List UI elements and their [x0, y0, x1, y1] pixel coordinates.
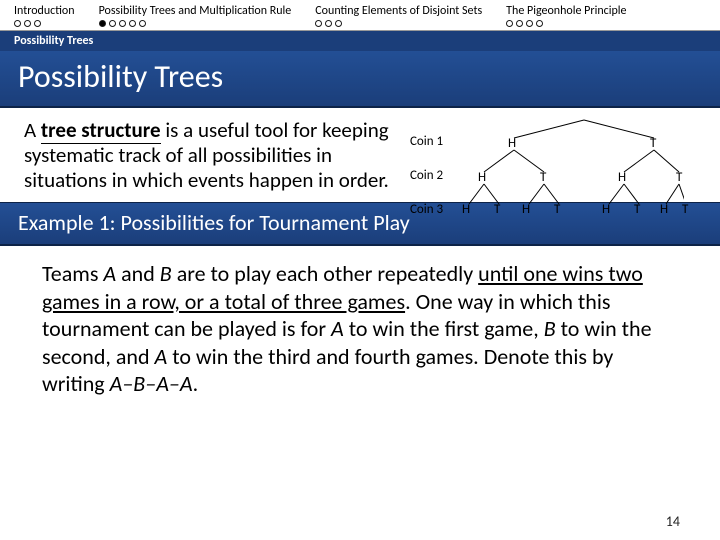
sequence: A–B–A–A: [110, 370, 193, 397]
nav-dots: [506, 20, 626, 27]
tree-node: T: [554, 202, 560, 217]
nav-dots: [14, 20, 75, 27]
nav-sec-counting[interactable]: Counting Elements of Disjoint Sets: [301, 0, 492, 30]
nav-sec-intro[interactable]: Introduction: [0, 0, 85, 30]
tree-node: T: [494, 202, 500, 217]
team-a: A: [103, 260, 116, 287]
tree-lines-icon: [404, 118, 684, 218]
nav-label: Introduction: [14, 4, 75, 18]
nav-label: Possibility Trees and Multiplication Rul…: [99, 4, 292, 18]
page-number: 14: [666, 513, 680, 530]
example-paragraph: Teams A and B are to play each other rep…: [0, 246, 720, 402]
breadcrumb: Possibility Trees: [0, 31, 720, 51]
tree-node: H: [522, 202, 530, 217]
tree-node: H: [508, 136, 516, 151]
tree-node: H: [462, 202, 470, 217]
nav-tabs: Introduction Possibility Trees and Multi…: [0, 0, 720, 31]
team-b: B: [160, 260, 172, 287]
nav-dots: [99, 20, 292, 27]
intro-before: A: [24, 117, 41, 143]
nav-sec-pigeonhole[interactable]: The Pigeonhole Principle: [492, 0, 636, 30]
tree-node: H: [478, 170, 486, 185]
nav-label: Counting Elements of Disjoint Sets: [315, 4, 482, 18]
tree-node: H: [660, 202, 668, 217]
nav-sec-possibility[interactable]: Possibility Trees and Multiplication Rul…: [85, 0, 302, 30]
intro-keyword: tree structure: [41, 117, 161, 144]
nav-label: The Pigeonhole Principle: [506, 4, 626, 18]
tree-node: T: [650, 136, 656, 151]
tree-node: T: [634, 202, 640, 217]
tree-node: T: [676, 170, 682, 185]
nav-dots: [315, 20, 482, 27]
tree-node: T: [682, 202, 688, 217]
intro-text: A tree structure is a useful tool for ke…: [24, 118, 404, 192]
tree-diagram: Coin 1 Coin 2 Coin 3: [404, 118, 706, 192]
page-title: Possibility Trees: [0, 51, 720, 108]
tree-node: H: [618, 170, 626, 185]
tree-node: T: [540, 170, 546, 185]
content-row: A tree structure is a useful tool for ke…: [0, 108, 720, 198]
tree-node: H: [602, 202, 610, 217]
